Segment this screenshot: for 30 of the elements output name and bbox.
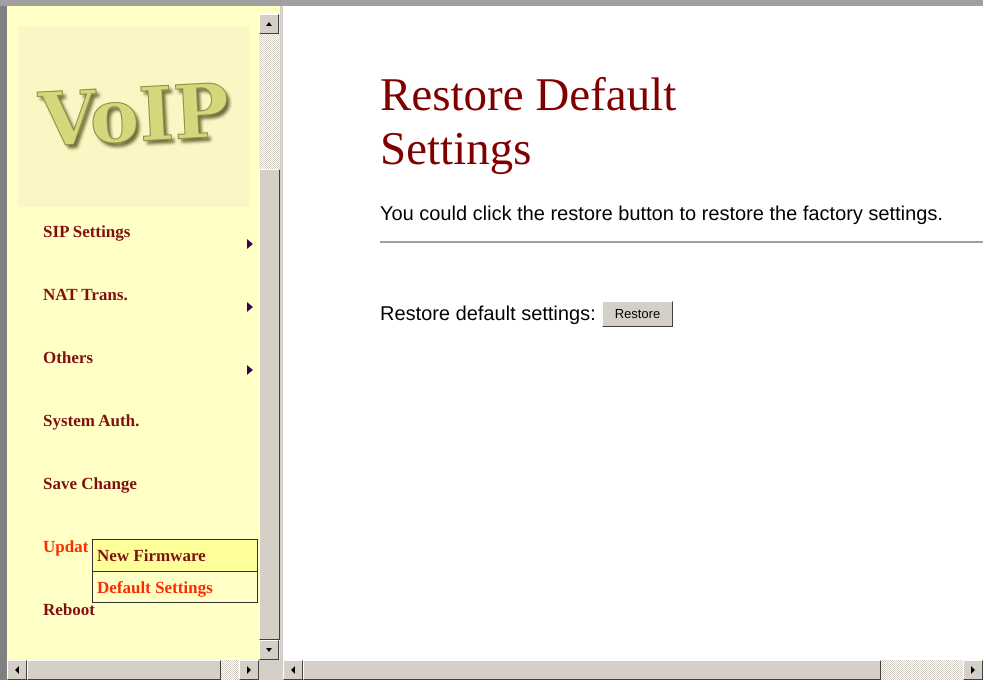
- scroll-left-button[interactable]: [283, 660, 303, 680]
- scroll-right-button[interactable]: [963, 660, 983, 680]
- scroll-up-button[interactable]: [259, 14, 279, 34]
- menu-item[interactable]: Reboot: [43, 597, 95, 622]
- restore-label: Restore default settings:: [380, 302, 596, 327]
- menu-item[interactable]: SIP Settings: [43, 219, 130, 244]
- submenu-item[interactable]: Default Settings: [93, 571, 257, 602]
- scroll-right-button[interactable]: [239, 660, 259, 680]
- scroll-left-button[interactable]: [7, 660, 27, 680]
- page-title: Restore Default Settings: [380, 68, 678, 176]
- description-text: You could click the restore button to restore the factory settings.: [380, 202, 944, 226]
- arrow-icon: [290, 666, 296, 674]
- arrow-icon: [265, 647, 273, 653]
- restore-button[interactable]: Restore: [602, 301, 674, 327]
- menu-item[interactable]: Others: [43, 345, 94, 370]
- logo: VoIP: [18, 26, 250, 207]
- scroll-thumb[interactable]: [303, 660, 881, 680]
- scroll-down-button[interactable]: [259, 640, 279, 660]
- arrow-icon: [14, 666, 20, 674]
- scroll-thumb[interactable]: [259, 169, 280, 640]
- menu-item[interactable]: NAT Trans.: [43, 282, 128, 308]
- arrow-icon: [265, 21, 273, 27]
- scroll-thumb[interactable]: [27, 660, 221, 680]
- menu-item[interactable]: System Auth.: [43, 408, 140, 434]
- menu-item[interactable]: Save Change: [43, 471, 137, 496]
- submenu-item[interactable]: New Firmware: [93, 540, 257, 571]
- arrow-icon: [246, 666, 252, 674]
- scroll-track: [221, 660, 239, 680]
- arrow-icon: [970, 666, 976, 674]
- menu-item[interactable]: Updat: [43, 534, 88, 560]
